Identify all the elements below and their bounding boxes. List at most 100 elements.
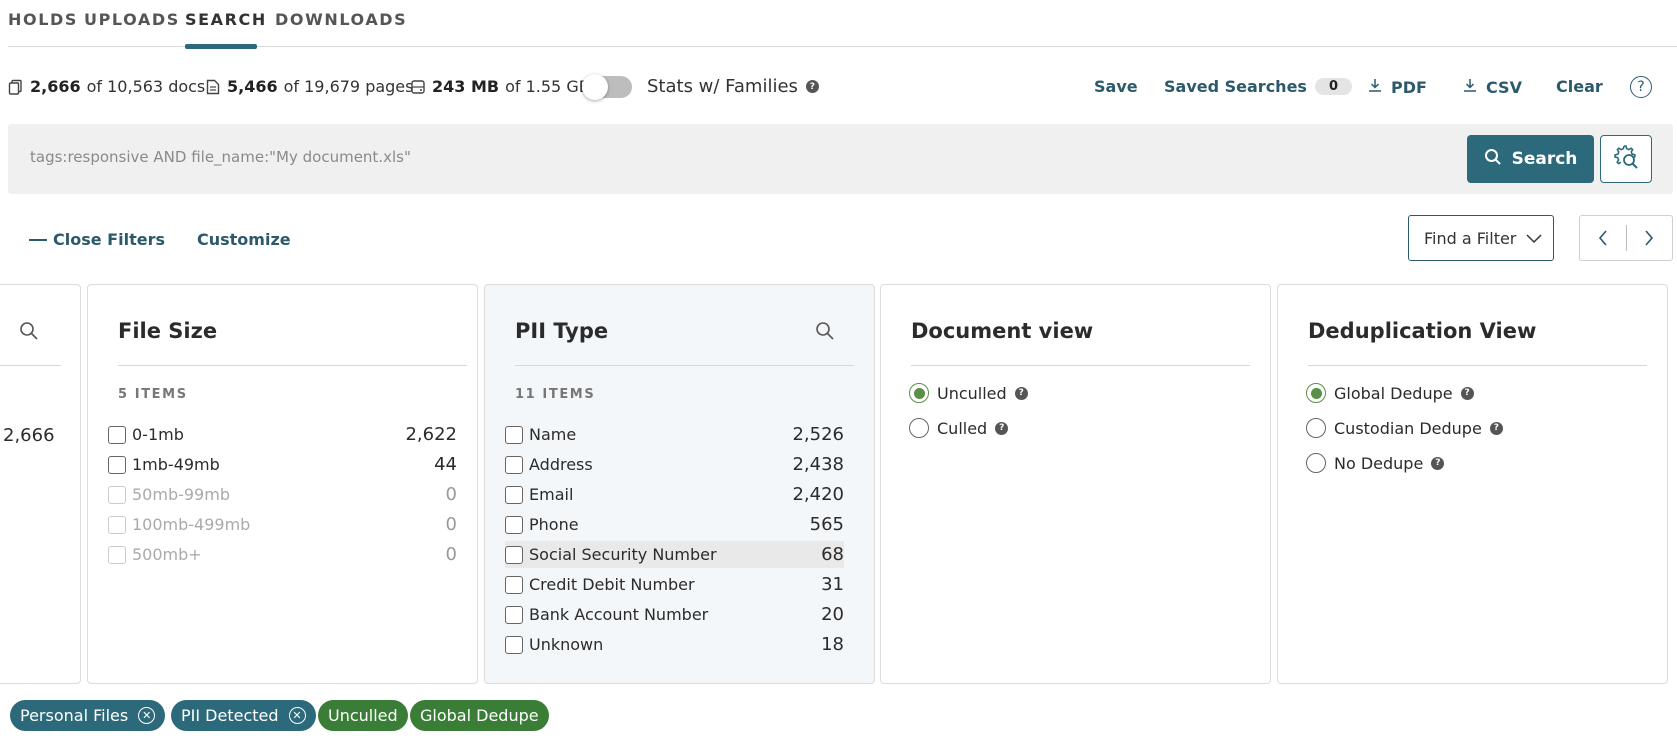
remove-chip-icon[interactable]: ✕ — [138, 707, 156, 724]
document-view-option-unculled[interactable]: Unculled ? — [909, 383, 1028, 403]
search-input[interactable] — [30, 148, 1330, 166]
file-size-option: 500mb+ 0 — [108, 541, 457, 568]
file-size-filter-card: File Size 5 ITEMS 0-1mb 2,622 1mb-49mb 44 … — [87, 284, 478, 684]
tab-uploads[interactable]: UPLOADS — [84, 10, 180, 29]
filter-chip-pii-detected[interactable]: PII Detected ✕ — [171, 700, 316, 731]
help-tooltip-icon[interactable]: ? — [1014, 386, 1028, 400]
option-label: Global Dedupe — [1334, 383, 1453, 403]
size-count: 243 MB — [432, 77, 500, 96]
checkbox[interactable] — [505, 635, 523, 654]
help-tooltip-icon[interactable]: ? — [805, 80, 819, 93]
document-view-option-culled[interactable]: Culled ? — [909, 418, 1009, 438]
save-button[interactable]: Save — [1094, 77, 1138, 96]
search-button[interactable]: Search — [1467, 135, 1594, 183]
advanced-search-settings-button[interactable] — [1600, 135, 1652, 183]
card-divider — [0, 365, 61, 366]
dedup-option-global[interactable]: Global Dedupe ? — [1306, 383, 1474, 403]
option-label: 100mb-499mb — [132, 515, 251, 534]
pii-type-option[interactable]: Name 2,526 — [505, 421, 844, 448]
help-tooltip-icon[interactable]: ? — [1489, 421, 1503, 435]
radio-button[interactable] — [909, 418, 929, 438]
file-size-option: 50mb-99mb 0 — [108, 481, 457, 508]
chevron-right-icon — [1645, 230, 1654, 246]
option-count: 2,438 — [792, 454, 844, 475]
pii-type-option[interactable]: Social Security Number 68 — [505, 541, 844, 568]
download-icon — [1367, 77, 1383, 97]
pdf-label: PDF — [1391, 77, 1427, 97]
radio-button[interactable] — [1306, 383, 1326, 403]
families-label-group: Stats w/ Families ? — [647, 76, 819, 97]
option-label: No Dedupe — [1334, 453, 1424, 473]
option-label: Address — [529, 455, 593, 474]
file-size-title: File Size — [118, 319, 218, 343]
help-tooltip-icon[interactable]: ? — [995, 421, 1009, 435]
radio-button[interactable] — [909, 383, 929, 403]
chip-label: Unculled — [328, 706, 398, 725]
filter-chip-global-dedupe[interactable]: Global Dedupe — [410, 700, 549, 731]
checkbox[interactable] — [505, 515, 523, 534]
pages-count: 5,466 — [227, 77, 278, 96]
pii-type-option[interactable]: Bank Account Number 20 — [505, 601, 844, 628]
families-toggle[interactable] — [582, 74, 632, 100]
radio-button[interactable] — [1306, 453, 1326, 473]
checkbox[interactable] — [505, 575, 523, 594]
tab-bar: HOLDS UPLOADS SEARCH DOWNLOADS — [0, 0, 1677, 49]
checkbox[interactable] — [505, 455, 523, 474]
checkbox[interactable] — [505, 425, 523, 444]
find-filter-dropdown[interactable]: Find a Filter — [1408, 215, 1554, 261]
search-icon[interactable] — [19, 321, 39, 341]
option-count: 2,420 — [792, 484, 844, 505]
option-count: 2,526 — [792, 424, 844, 445]
next-filters-button[interactable] — [1626, 216, 1672, 260]
checkbox[interactable] — [505, 545, 523, 564]
radio-button[interactable] — [1306, 418, 1326, 438]
dedup-option-none[interactable]: No Dedupe ? — [1306, 453, 1445, 473]
pii-type-option[interactable]: Phone 565 — [505, 511, 844, 538]
file-size-option[interactable]: 0-1mb 2,622 — [108, 421, 457, 448]
size-stat: 243 MB of 1.55 GB — [410, 77, 590, 96]
option-count: 0 — [445, 514, 457, 535]
option-count: 68 — [821, 544, 844, 565]
tab-holds[interactable]: HOLDS — [8, 10, 78, 29]
pii-type-option[interactable]: Unknown 18 — [505, 631, 844, 658]
dedup-option-custodian[interactable]: Custodian Dedupe ? — [1306, 418, 1503, 438]
checkbox[interactable] — [108, 455, 126, 474]
search-icon[interactable] — [815, 321, 835, 341]
clear-button[interactable]: Clear — [1556, 77, 1603, 96]
filter-chip-personal-files[interactable]: Personal Files ✕ — [10, 700, 166, 731]
help-tooltip-icon[interactable]: ? — [1460, 386, 1474, 400]
search-button-label: Search — [1511, 149, 1578, 169]
previous-filters-button[interactable] — [1580, 216, 1626, 260]
card-divider — [118, 365, 467, 366]
help-icon[interactable]: ? — [1630, 76, 1652, 98]
remove-chip-icon[interactable]: ✕ — [288, 707, 306, 724]
option-label: Custodian Dedupe — [1334, 418, 1482, 438]
file-size-option[interactable]: 1mb-49mb 44 — [108, 451, 457, 478]
pii-type-option[interactable]: Address 2,438 — [505, 451, 844, 478]
tab-search[interactable]: SEARCH — [185, 10, 267, 29]
customize-button[interactable]: Customize — [197, 230, 291, 249]
checkbox[interactable] — [505, 605, 523, 624]
saved-searches-label: Saved Searches — [1164, 77, 1307, 96]
pii-type-option[interactable]: Credit Debit Number 31 — [505, 571, 844, 598]
size-total: of 1.55 GB — [505, 77, 590, 96]
families-label: Stats w/ Families — [647, 76, 798, 97]
card-divider — [515, 365, 854, 366]
checkbox[interactable] — [108, 425, 126, 444]
saved-searches-button[interactable]: Saved Searches 0 — [1164, 77, 1352, 96]
csv-export-button[interactable]: CSV — [1462, 77, 1522, 97]
pii-type-option[interactable]: Email 2,420 — [505, 481, 844, 508]
pii-type-filter-card: PII Type 11 ITEMS Name 2,526 Address 2,438… — [484, 284, 875, 684]
card-divider — [1308, 365, 1647, 366]
document-view-title: Document view — [911, 319, 1094, 343]
checkbox[interactable] — [505, 485, 523, 504]
checkbox — [108, 515, 126, 534]
pages-total: of 19,679 pages — [283, 77, 414, 96]
search-icon — [1484, 148, 1502, 171]
close-filters-button[interactable]: Close Filters — [29, 230, 165, 249]
option-label: Phone — [529, 515, 579, 534]
filter-chip-unculled[interactable]: Unculled — [318, 700, 408, 731]
help-tooltip-icon[interactable]: ? — [1431, 456, 1445, 470]
tab-downloads[interactable]: DOWNLOADS — [275, 10, 407, 29]
pdf-export-button[interactable]: PDF — [1367, 77, 1427, 97]
